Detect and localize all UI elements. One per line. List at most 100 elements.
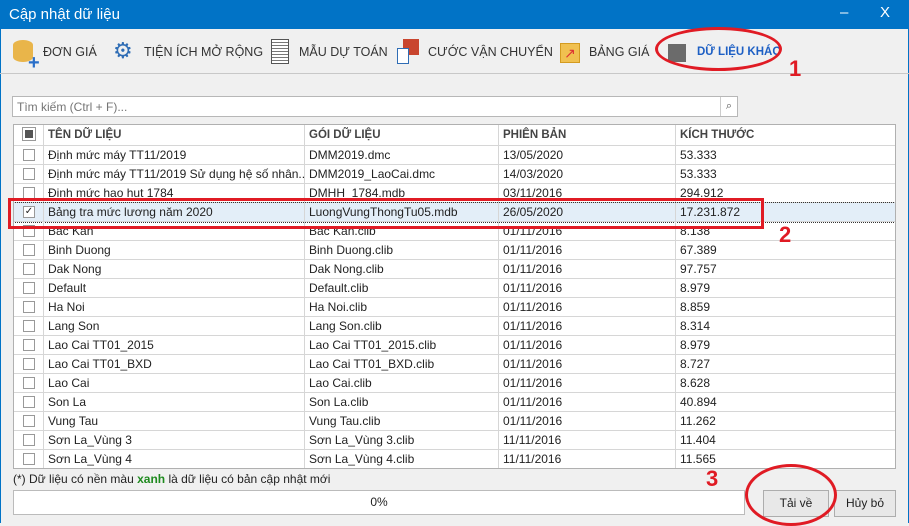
cell-name: Lao Cai TT01_2015 [44, 336, 305, 355]
chart-icon: ↗ [558, 38, 584, 66]
cell-version: 01/11/2016 [499, 374, 676, 393]
cell-size: 8.979 [680, 281, 711, 295]
cell-name: Binh Duong [44, 241, 305, 260]
checkbox-cell [14, 412, 44, 431]
cell-version: 01/11/2016 [499, 355, 676, 374]
cell-package: Binh Duong.clib [305, 241, 499, 260]
tab-tien-ich[interactable]: ⚙ TIỆN ÍCH MỞ RỘNG [113, 37, 263, 67]
table-row[interactable]: Lang Son Lang Son.clib 01/11/2016 8.314 [14, 317, 895, 336]
annotation-label-3: 3 [706, 466, 719, 491]
cell-package: Lao Cai.clib [305, 374, 499, 393]
search-icon[interactable]: ⌕ [720, 97, 737, 116]
cell-version: 01/11/2016 [499, 298, 676, 317]
header-name[interactable]: TÊN DỮ LIỆU [44, 125, 305, 146]
cell-size: 40.894 [680, 395, 717, 409]
cell-package: Sơn La_Vùng 3.clib [305, 431, 499, 450]
cell-version: 01/11/2016 [499, 393, 676, 412]
row-checkbox[interactable] [23, 149, 35, 161]
table-row[interactable]: Lao Cai TT01_BXD Lao Cai TT01_BXD.clib 01/… [14, 355, 895, 374]
row-checkbox[interactable] [23, 434, 35, 446]
gears-icon: ⚙ [113, 38, 133, 63]
cell-version: 01/11/2016 [499, 241, 676, 260]
tab-mau-du-toan[interactable]: MẪU DỰ TOÁN [268, 37, 388, 67]
tab-label: MẪU DỰ TOÁN [299, 45, 388, 59]
row-checkbox[interactable] [23, 453, 35, 465]
row-checkbox[interactable] [23, 282, 35, 294]
checkbox-cell [14, 279, 44, 298]
checkbox-cell [14, 165, 44, 184]
checkbox-cell [14, 355, 44, 374]
cell-size: 97.757 [680, 262, 717, 276]
table-row[interactable]: Ha Noi Ha Noi.clib 01/11/2016 8.859 [14, 298, 895, 317]
cell-name: Lao Cai [44, 374, 305, 393]
cell-package: Dak Nong.clib [305, 260, 499, 279]
cell-package: Vung Tau.clib [305, 412, 499, 431]
header-package[interactable]: GÓI DỮ LIỆU [305, 125, 499, 146]
cell-version: 11/11/2016 [499, 431, 676, 450]
cell-package: Son La.clib [305, 393, 499, 412]
cell-name: Son La [44, 393, 305, 412]
checkbox-cell [14, 298, 44, 317]
annotation-label-1: 1 [789, 56, 802, 81]
note-text: (*) Dữ liệu có nền màu [13, 472, 138, 486]
cancel-button[interactable]: Hủy bỏ [834, 490, 896, 517]
row-checkbox[interactable] [23, 301, 35, 313]
cell-name: Lang Son [44, 317, 305, 336]
table-row[interactable]: Binh Duong Binh Duong.clib 01/11/2016 67.38… [14, 241, 895, 260]
row-checkbox[interactable] [23, 377, 35, 389]
presentation-icon [397, 38, 423, 66]
minimize-button[interactable]: – [840, 4, 848, 21]
row-checkbox[interactable] [23, 320, 35, 332]
title-bar: Cập nhật dữ liệu – X [0, 0, 909, 29]
header-version[interactable]: PHIÊN BẢN [499, 125, 676, 146]
table-row[interactable]: Sơn La_Vùng 4 Sơn La_Vùng 4.clib 11/11/201… [14, 450, 895, 468]
checkbox-cell [14, 393, 44, 412]
tab-bang-gia[interactable]: ↗ BẢNG GIÁ [558, 37, 649, 67]
note-text: là dữ liệu có bản cập nhật mới [165, 472, 331, 486]
cell-size: 8.979 [680, 338, 711, 352]
checkbox-cell [14, 374, 44, 393]
tab-cuoc-van-chuyen[interactable]: CƯỚC VẬN CHUYỂN [397, 37, 553, 67]
cell-package: Lang Son.clib [305, 317, 499, 336]
annotation-ellipse-3 [745, 464, 837, 526]
cell-name: Sơn La_Vùng 3 [44, 431, 305, 450]
cell-name: Lao Cai TT01_BXD [44, 355, 305, 374]
database-add-icon: + [12, 38, 40, 74]
row-checkbox[interactable] [23, 339, 35, 351]
cell-name: Vung Tau [44, 412, 305, 431]
select-all-checkbox[interactable] [22, 127, 36, 141]
row-checkbox[interactable] [23, 168, 35, 180]
note-highlight: xanh [137, 472, 166, 486]
cell-size: 11.262 [680, 414, 716, 428]
row-checkbox[interactable] [23, 358, 35, 370]
cell-size: 8.727 [680, 357, 711, 371]
cell-package: DMM2019_LaoCai.dmc [305, 165, 499, 184]
row-checkbox[interactable] [23, 263, 35, 275]
search-input[interactable] [13, 97, 718, 116]
cell-size: 8.628 [680, 376, 711, 390]
tab-don-gia[interactable]: + ĐƠN GIÁ [12, 37, 97, 74]
row-checkbox[interactable] [23, 396, 35, 408]
table-row[interactable]: Lao Cai Lao Cai.clib 01/11/2016 8.628 [14, 374, 895, 393]
tab-label: CƯỚC VẬN CHUYỂN [428, 45, 553, 59]
checkbox-cell [14, 241, 44, 260]
checkbox-cell [14, 431, 44, 450]
table-row[interactable]: Vung Tau Vung Tau.clib 01/11/2016 11.262 [14, 412, 895, 431]
window-title: Cập nhật dữ liệu [9, 6, 120, 23]
table-row[interactable]: Dak Nong Dak Nong.clib 01/11/2016 97.757 [14, 260, 895, 279]
table-row[interactable]: Định mức máy TT11/2019 DMM2019.dmc 13/05/2… [14, 146, 895, 165]
table-row[interactable]: Son La Son La.clib 01/11/2016 40.894 [14, 393, 895, 412]
tab-label: BẢNG GIÁ [589, 45, 650, 59]
table-row[interactable]: Lao Cai TT01_2015 Lao Cai TT01_2015.clib 0… [14, 336, 895, 355]
checkbox-cell [14, 317, 44, 336]
row-checkbox[interactable] [23, 415, 35, 427]
cell-version: 01/11/2016 [499, 279, 676, 298]
header-size[interactable]: KÍCH THƯỚC [676, 125, 895, 146]
close-button[interactable]: X [880, 4, 890, 21]
table-row[interactable]: Default Default.clib 01/11/2016 8.979 [14, 279, 895, 298]
table-row[interactable]: Định mức máy TT11/2019 Sử dụng hệ số nhâ… [14, 165, 895, 184]
cell-size: 53.333 [680, 167, 717, 181]
table-row[interactable]: Sơn La_Vùng 3 Sơn La_Vùng 3.clib 11/11/201… [14, 431, 895, 450]
row-checkbox[interactable] [23, 244, 35, 256]
document-icon [268, 38, 294, 66]
